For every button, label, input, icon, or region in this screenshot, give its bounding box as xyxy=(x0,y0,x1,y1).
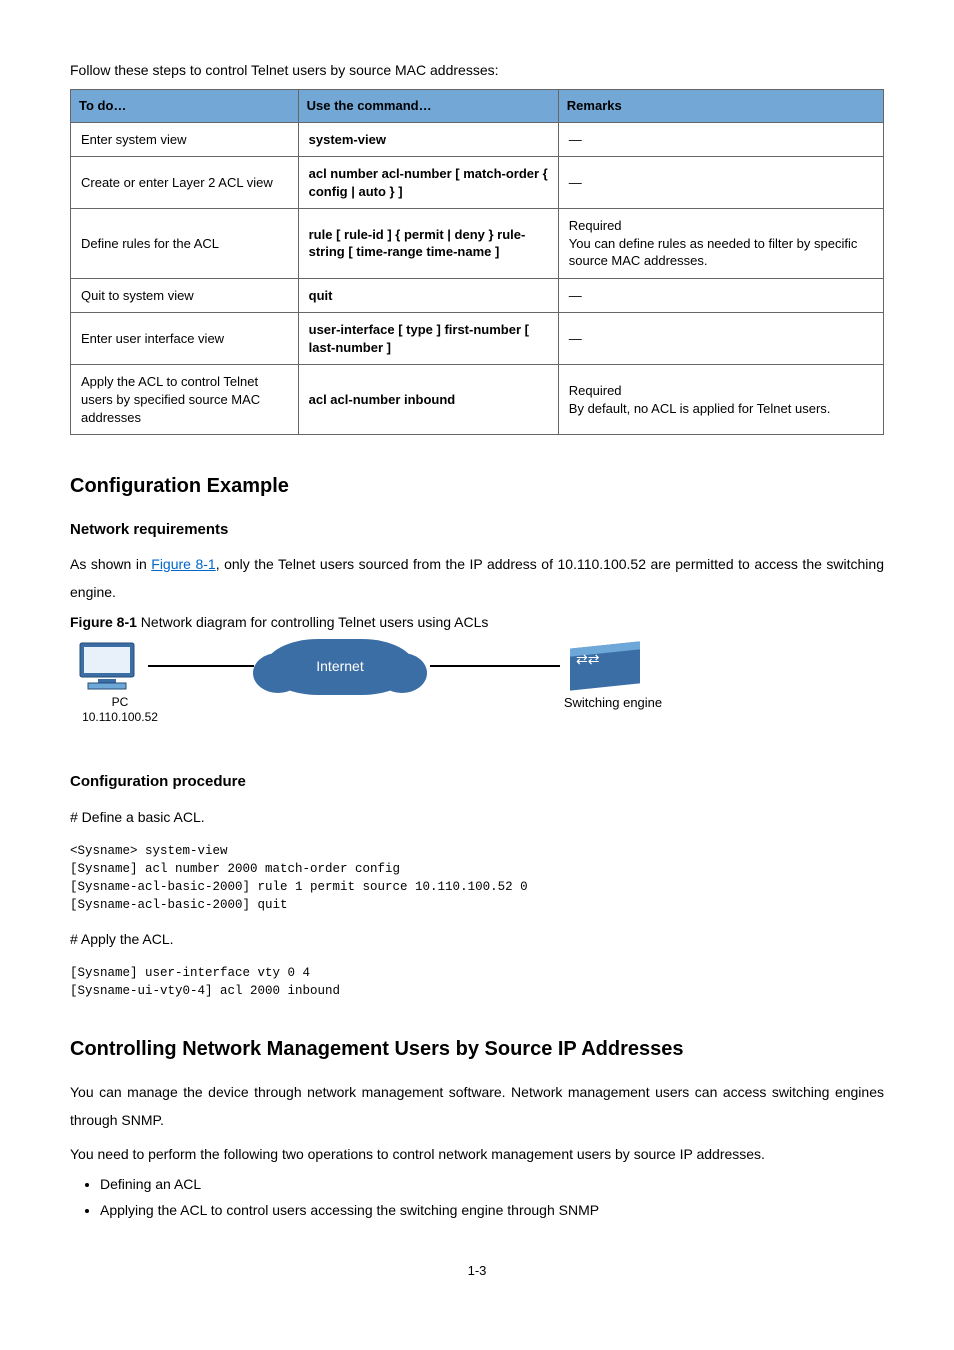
cell-to: Create or enter Layer 2 ACL view xyxy=(71,157,299,209)
cell-rem: RequiredYou can define rules as needed t… xyxy=(558,209,883,279)
table-row: Apply the ACL to control Telnet users by… xyxy=(71,365,884,435)
step1-label: # Define a basic ACL. xyxy=(70,807,884,828)
table-row: Create or enter Layer 2 ACL viewacl numb… xyxy=(71,157,884,209)
table-row: Enter user interface viewuser-interface … xyxy=(71,313,884,365)
cell-cmd: user-interface [ type ] first-number [ l… xyxy=(298,313,558,365)
snmp-heading: Controlling Network Management Users by … xyxy=(70,1034,884,1064)
network-req-text: As shown in Figure 8-1, only the Telnet … xyxy=(70,550,884,606)
pc-icon xyxy=(74,639,144,693)
th-rem: Remarks xyxy=(558,90,883,123)
netreq-pre: As shown in xyxy=(70,556,151,572)
cell-cmd: quit xyxy=(298,278,558,313)
example-heading: Configuration Example xyxy=(70,471,884,501)
command-line: [Sysname-acl-basic-2000] rule 1 permit s… xyxy=(70,878,884,896)
cell-rem: — xyxy=(558,122,883,157)
step2-label: # Apply the ACL. xyxy=(70,929,884,950)
cell-to: Apply the ACL to control Telnet users by… xyxy=(71,365,299,435)
list-item: Defining an ACL xyxy=(100,1174,884,1195)
table-row: Quit to system viewquit— xyxy=(71,278,884,313)
cell-to: Enter user interface view xyxy=(71,313,299,365)
th-to: To do… xyxy=(71,90,299,123)
cell-rem: — xyxy=(558,313,883,365)
switch-arrows-icon: ⇄⇄ xyxy=(576,649,599,670)
step2-commands: [Sysname] user-interface vty 0 4[Sysname… xyxy=(70,964,884,1000)
switch-label: Switching engine xyxy=(538,695,688,712)
cell-to: Enter system view xyxy=(71,122,299,157)
figure-caption: Figure 8-1 Network diagram for controlli… xyxy=(70,612,884,633)
cell-cmd: rule [ rule-id ] { permit | deny } rule-… xyxy=(298,209,558,279)
command-line: [Sysname] acl number 2000 match-order co… xyxy=(70,860,884,878)
command-line: [Sysname] user-interface vty 0 4 xyxy=(70,964,884,982)
intro-text: Follow these steps to control Telnet use… xyxy=(70,60,884,81)
step1-commands: <Sysname> system-view[Sysname] acl numbe… xyxy=(70,842,884,915)
table-row: Define rules for the ACLrule [ rule-id ]… xyxy=(71,209,884,279)
pc-label-bottom: 10.110.100.52 xyxy=(70,710,170,726)
page-number: 1-3 xyxy=(70,1261,884,1281)
cell-cmd: system-view xyxy=(298,122,558,157)
figure-caption-text: Network diagram for controlling Telnet u… xyxy=(141,614,489,630)
list-item: Applying the ACL to control users access… xyxy=(100,1200,884,1221)
table-row: Enter system viewsystem-view— xyxy=(71,122,884,157)
command-line: [Sysname-ui-vty0-4] acl 2000 inbound xyxy=(70,982,884,1000)
cell-rem: — xyxy=(558,157,883,209)
config-proc-heading: Configuration procedure xyxy=(70,771,884,794)
cell-rem: RequiredBy default, no ACL is applied fo… xyxy=(558,365,883,435)
pc-label-top: PC xyxy=(70,695,170,711)
snmp-p2: You need to perform the following two op… xyxy=(70,1140,884,1168)
cell-cmd: acl number acl-number [ match-order { co… xyxy=(298,157,558,209)
cell-to: Quit to system view xyxy=(71,278,299,313)
internet-label: Internet xyxy=(316,656,363,677)
cell-cmd: acl acl-number inbound xyxy=(298,365,558,435)
internet-cloud: Internet xyxy=(265,639,415,695)
figure-link[interactable]: Figure 8-1 xyxy=(151,556,215,572)
cell-to: Define rules for the ACL xyxy=(71,209,299,279)
snmp-p1: You can manage the device through networ… xyxy=(70,1078,884,1134)
command-line: <Sysname> system-view xyxy=(70,842,884,860)
figure-caption-label: Figure 8-1 xyxy=(70,614,137,630)
snmp-bullet-list: Defining an ACL Applying the ACL to contr… xyxy=(100,1174,884,1221)
network-diagram: PC 10.110.100.52 Internet ⇄⇄ Switching e… xyxy=(70,639,670,749)
wire-segment xyxy=(148,665,254,667)
config-table: To do… Use the command… Remarks Enter sy… xyxy=(70,89,884,435)
command-line: [Sysname-acl-basic-2000] quit xyxy=(70,896,884,914)
network-req-heading: Network requirements xyxy=(70,519,884,542)
th-cmd: Use the command… xyxy=(298,90,558,123)
cell-rem: — xyxy=(558,278,883,313)
pc-label: PC 10.110.100.52 xyxy=(70,695,170,726)
wire-segment xyxy=(430,665,560,667)
